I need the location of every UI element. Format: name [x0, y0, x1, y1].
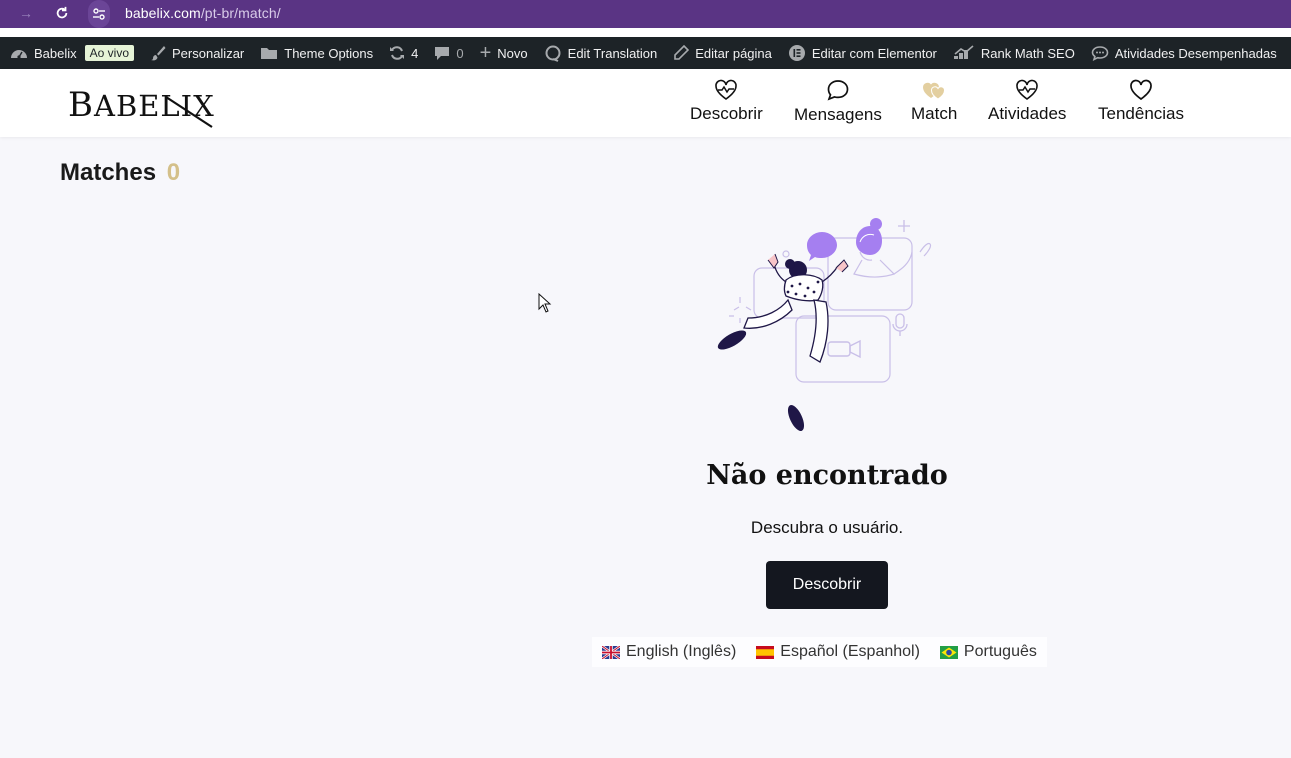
site-header: BABELIX Descobrir Mensagens Match Ativid…	[0, 69, 1291, 137]
nav-label: Tendências	[1098, 104, 1185, 123]
admin-edit-translation-link[interactable]: Edit Translation	[536, 37, 666, 69]
plus-icon: +	[479, 41, 492, 64]
logo-initial: B	[68, 85, 94, 125]
url-path: /pt-br/match/	[200, 5, 281, 21]
edit-translation-label: Edit Translation	[567, 45, 658, 61]
nav-descobrir[interactable]: Descobrir	[690, 79, 763, 124]
rank-math-icon	[953, 45, 975, 61]
language-label: English (Inglês)	[626, 643, 737, 660]
edit-page-label: Editar página	[695, 45, 772, 61]
url-domain: babelix.com	[125, 5, 201, 21]
nav-label: Mensagens	[794, 105, 882, 124]
empty-state-subtitle: Descubra o usuário.	[750, 518, 904, 537]
nav-label: Atividades	[988, 104, 1067, 123]
page-title: Matches 0	[60, 159, 180, 187]
matches-count: 0	[166, 159, 181, 186]
admin-rank-math-link[interactable]: Rank Math SEO	[945, 37, 1083, 69]
activities-label: Atividades Desempenhadas	[1114, 45, 1277, 61]
language-label: Español (Espanhol)	[780, 643, 920, 660]
reload-icon[interactable]	[52, 3, 72, 23]
admin-theme-options-link[interactable]: Theme Options	[252, 37, 381, 69]
browser-address-bar: → babelix.com/pt-br/match/	[0, 0, 1291, 31]
brazil-flag-icon	[939, 645, 958, 659]
admin-site-name: Babelix	[34, 45, 77, 61]
new-label: Novo	[497, 45, 528, 61]
heartbeat-icon	[1016, 79, 1039, 100]
empty-state-illustration	[717, 218, 932, 431]
updates-icon	[389, 45, 405, 61]
babelix-logo[interactable]: BABELIX	[68, 85, 215, 128]
double-heart-icon	[923, 82, 946, 100]
nav-match[interactable]: Match	[911, 79, 957, 124]
uk-flag-icon	[602, 645, 620, 659]
language-switcher: English (Inglês) Español (Espanhol) Port…	[592, 637, 1047, 667]
admin-site-menu[interactable]: Babelix Ao vivo	[0, 37, 142, 69]
heart-icon	[1130, 79, 1152, 101]
theme-options-label: Theme Options	[284, 45, 374, 61]
site-info-icon[interactable]	[88, 0, 110, 28]
rank-math-label: Rank Math SEO	[980, 45, 1075, 61]
url-text[interactable]: babelix.com/pt-br/match/	[125, 5, 281, 21]
comments-count: 0	[456, 45, 464, 61]
matches-title-text: Matches	[60, 159, 157, 186]
language-portuguese[interactable]: Português	[930, 637, 1047, 667]
chat-bubble-icon	[827, 80, 849, 101]
discover-button[interactable]: Descobrir	[766, 561, 888, 609]
nav-tendencias[interactable]: Tendências	[1098, 79, 1184, 124]
spain-flag-icon	[756, 645, 775, 659]
language-spanish[interactable]: Español (Espanhol)	[746, 637, 930, 667]
browser-gap	[0, 28, 1291, 37]
wp-admin-bar: Babelix Ao vivo Personalizar Theme Optio…	[0, 37, 1291, 69]
dashboard-gauge-icon	[10, 45, 28, 61]
heartbeat-icon	[715, 79, 738, 100]
admin-edit-elementor-link[interactable]: Editar com Elementor	[780, 37, 945, 69]
language-label: Português	[963, 643, 1037, 660]
folder-icon	[260, 46, 278, 60]
language-english[interactable]: English (Inglês)	[592, 637, 746, 667]
edit-elementor-label: Editar com Elementor	[811, 45, 937, 61]
mouse-cursor-icon	[538, 293, 552, 313]
admin-activities-link[interactable]: Atividades Desempenhadas	[1083, 37, 1285, 69]
customize-label: Personalizar	[172, 45, 245, 61]
nav-atividades[interactable]: Atividades	[988, 79, 1066, 124]
nav-mensagens[interactable]: Mensagens	[794, 79, 882, 125]
elementor-icon	[788, 44, 806, 62]
updates-count: 4	[411, 45, 419, 61]
empty-state-title: Não encontrado	[706, 460, 948, 491]
nav-label: Descobrir	[690, 104, 763, 123]
comment-icon	[434, 46, 450, 61]
live-badge: Ao vivo	[84, 45, 134, 61]
admin-new-link[interactable]: + Novo	[472, 37, 536, 69]
admin-edit-page-link[interactable]: Editar página	[665, 37, 780, 69]
admin-customize-link[interactable]: Personalizar	[142, 37, 252, 69]
forward-arrow-icon[interactable]: →	[16, 3, 36, 23]
pencil-icon	[673, 45, 690, 61]
admin-comments-link[interactable]: 0	[426, 37, 471, 69]
speech-bubble-icon	[1091, 45, 1109, 61]
nav-label: Match	[911, 104, 958, 123]
admin-updates-link[interactable]: 4	[381, 37, 426, 69]
translation-icon	[544, 44, 562, 62]
brush-icon	[150, 45, 166, 61]
